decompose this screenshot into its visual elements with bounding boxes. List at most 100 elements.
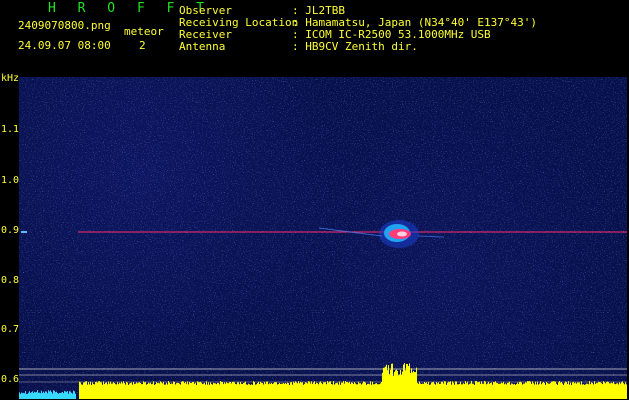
noise-bar — [560, 382, 561, 399]
noise-bar — [499, 383, 500, 399]
noise-bar — [38, 392, 39, 399]
noise-bar — [536, 384, 537, 399]
noise-bar — [355, 383, 356, 399]
noise-bar — [600, 382, 601, 399]
noise-bar — [115, 384, 116, 399]
noise-bar — [588, 384, 589, 399]
noise-bar — [613, 381, 614, 399]
noise-bar — [434, 383, 435, 399]
noise-bar — [162, 383, 163, 399]
noise-bar — [208, 382, 209, 399]
spectrogram — [19, 77, 627, 399]
noise-bar — [186, 383, 187, 399]
noise-bar — [23, 392, 24, 399]
noise-bar — [496, 382, 497, 399]
noise-bar — [153, 381, 154, 399]
noise-bar — [206, 381, 207, 399]
noise-bar — [102, 384, 103, 399]
noise-bar — [602, 384, 603, 399]
noise-bar — [616, 383, 617, 399]
noise-bar — [387, 370, 388, 399]
noise-bar — [562, 383, 563, 399]
noise-bar — [526, 382, 527, 399]
noise-bar — [540, 381, 541, 399]
noise-bar — [172, 383, 173, 399]
noise-bar — [533, 383, 534, 399]
noise-bar — [156, 382, 157, 399]
noise-bar — [380, 383, 381, 399]
noise-bar — [164, 384, 165, 399]
noise-bar — [33, 393, 34, 399]
noise-bar — [429, 384, 430, 399]
noise-bar — [274, 382, 275, 399]
noise-bar — [147, 383, 148, 399]
noise-bar — [454, 384, 455, 399]
noise-bar — [504, 384, 505, 399]
noise-bar — [375, 383, 376, 399]
noise-bar — [123, 381, 124, 399]
noise-bar — [321, 382, 322, 399]
noise-bar — [315, 383, 316, 399]
noise-bar — [473, 383, 474, 399]
noise-bar — [203, 383, 204, 399]
noise-bar — [589, 381, 590, 399]
noise-bar — [289, 384, 290, 399]
noise-bar — [513, 384, 514, 399]
noise-bar — [116, 384, 117, 399]
noise-bar — [196, 384, 197, 399]
noise-bar — [378, 384, 379, 399]
noise-bar — [545, 384, 546, 399]
noise-bar — [615, 384, 616, 399]
noise-bar — [379, 384, 380, 399]
noise-bar — [353, 383, 354, 399]
noise-bar — [591, 382, 592, 399]
antenna-label: Antenna — [179, 40, 226, 53]
noise-bar — [138, 382, 139, 399]
noise-bar — [518, 383, 519, 399]
noise-bar — [125, 384, 126, 399]
noise-bar — [151, 384, 152, 399]
noise-bar — [86, 381, 87, 399]
noise-bar — [603, 381, 604, 399]
noise-bar — [106, 382, 107, 399]
noise-bar — [314, 381, 315, 399]
noise-bar — [500, 383, 501, 399]
noise-bar — [146, 384, 147, 399]
noise-bar — [249, 384, 250, 399]
noise-bar — [133, 381, 134, 399]
noise-bar — [489, 383, 490, 399]
noise-bar — [163, 381, 164, 399]
noise-bar — [64, 390, 65, 399]
noise-bar — [433, 381, 434, 399]
noise-bar — [187, 381, 188, 399]
noise-bar — [419, 381, 420, 399]
noise-bar — [308, 381, 309, 399]
noise-bar — [463, 383, 464, 399]
noise-bar — [479, 381, 480, 399]
noise-bar — [471, 381, 472, 399]
noise-bar — [576, 383, 577, 399]
noise-bar — [150, 382, 151, 399]
noise-bar — [342, 382, 343, 399]
noise-bar — [408, 366, 409, 399]
noise-bar — [241, 383, 242, 399]
noise-bar — [81, 384, 82, 399]
noise-bar — [547, 383, 548, 399]
noise-bar — [481, 381, 482, 399]
noise-bar — [173, 381, 174, 399]
noise-bar — [84, 382, 85, 399]
noise-bar — [260, 381, 261, 399]
noise-bar — [343, 381, 344, 399]
noise-bar — [161, 382, 162, 399]
noise-bar — [400, 370, 401, 399]
noise-bar — [255, 384, 256, 399]
noise-bar — [220, 381, 221, 399]
noise-bar — [337, 382, 338, 399]
noise-bar — [218, 382, 219, 399]
noise-bar — [590, 384, 591, 399]
noise-bar — [34, 391, 35, 399]
noise-bar — [230, 381, 231, 399]
noise-bar — [599, 382, 600, 399]
noise-bar — [319, 382, 320, 399]
noise-bar — [222, 382, 223, 399]
